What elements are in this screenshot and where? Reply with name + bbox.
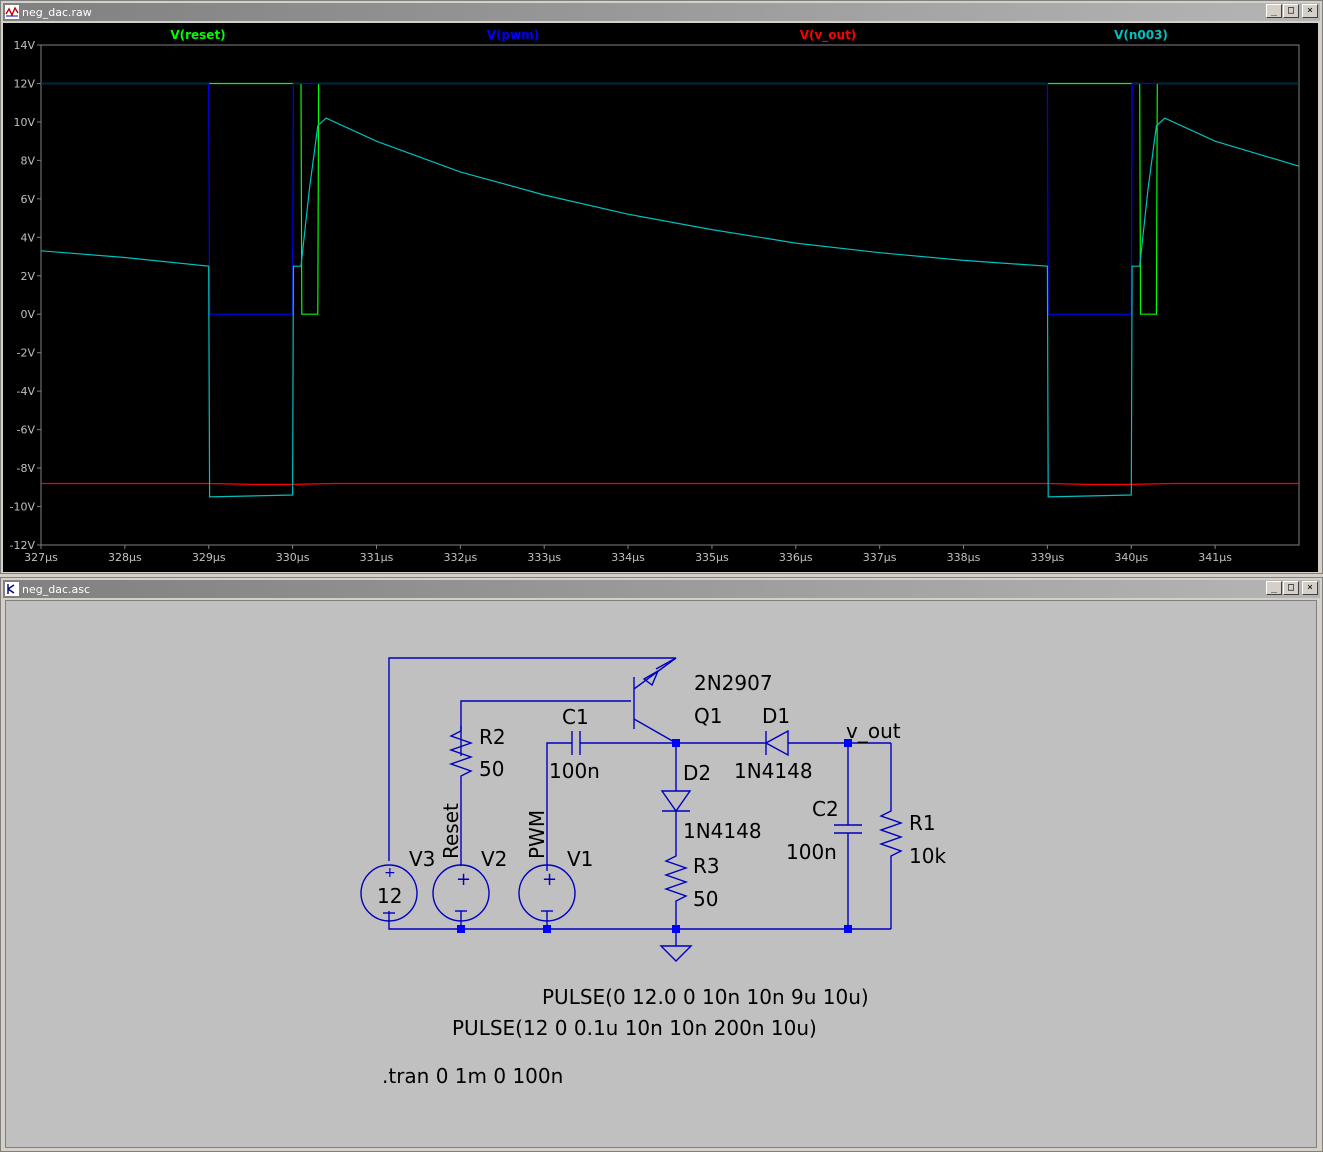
waveform-window-titlebar[interactable]: neg_dac.raw _ □ × [3, 3, 1320, 21]
r3-resistor[interactable] [663, 851, 689, 911]
vout-net-label: v_out [846, 719, 901, 743]
circuit-diagram[interactable]: + + + 2N2907 Q1 C1 100n D1 1N4148 v_out … [6, 601, 1316, 1147]
x-tick-label: 337µs [863, 551, 897, 564]
r3-name-label: R3 [693, 854, 720, 878]
y-tick-label: 4V [20, 231, 35, 244]
d2-model-label: 1N4148 [683, 819, 762, 843]
d1-diode[interactable] [764, 729, 789, 757]
series-line-2 [41, 482, 1299, 485]
waveform-plot-pane[interactable]: 14V 12V 10V 8V 6V 4V 2V 0V -2V -4V -6V -8V -10V -12V … [3, 23, 1318, 572]
waveform-window-title: neg_dac.raw [22, 5, 92, 19]
r1-name-label: R1 [909, 811, 936, 835]
y-tick-label: 12V [13, 77, 35, 90]
y-tick-label: -2V [17, 347, 36, 360]
x-tick-label: 330µs [276, 551, 310, 564]
c2-capacitor[interactable] [834, 824, 862, 834]
tran-directive[interactable]: .tran 0 1m 0 100n [382, 1064, 563, 1088]
q1-model-label: 2N2907 [694, 671, 773, 695]
c1-capacitor[interactable] [571, 731, 581, 755]
y-tick-label: -8V [17, 462, 36, 475]
pwm-net-label: PWM [525, 810, 549, 859]
v1-name-label: V1 [567, 847, 593, 871]
schematic-window-title: neg_dac.asc [22, 582, 91, 596]
legend-entry-3[interactable]: V(n003) [1114, 28, 1168, 42]
ground-symbol [659, 945, 693, 962]
series-line-0 [41, 82, 1299, 315]
waveform-chart[interactable]: 14V12V10V8V6V4V2V0V-2V-4V-6V-8V-10V-12V … [3, 23, 1318, 572]
c2-value-label: 100n [786, 840, 837, 864]
v2-name-label: V2 [481, 847, 507, 871]
series-line-3 [40, 117, 1300, 498]
x-tick-label: 329µs [192, 551, 226, 564]
c1-name-label: C1 [562, 705, 589, 729]
minimize-button[interactable]: _ [1266, 581, 1282, 595]
x-tick-label: 333µs [527, 551, 561, 564]
reset-net-label: Reset [439, 803, 463, 859]
minimize-button[interactable]: _ [1266, 4, 1282, 18]
x-tick-label: 328µs [108, 551, 142, 564]
v2-source-directive[interactable]: PULSE(12 0 0.1u 10n 10n 200n 10u) [452, 1016, 817, 1040]
r1-resistor[interactable] [878, 806, 904, 866]
x-tick-label: 334µs [611, 551, 645, 564]
d2-name-label: D2 [683, 761, 711, 785]
svg-text:+: + [542, 869, 557, 890]
schematic-window: neg_dac.asc _ □ × + + + 2N2907 Q1 C1 100… [0, 577, 1323, 1152]
x-tick-label: 341µs [1198, 551, 1232, 564]
q1-name-label: Q1 [694, 704, 722, 728]
y-tick-label: 2V [20, 270, 35, 283]
c2-name-label: C2 [812, 797, 839, 821]
r2-value-label: 50 [479, 757, 504, 781]
x-tick-label: 339µs [1031, 551, 1065, 564]
svg-text:+: + [384, 865, 396, 881]
legend-entry-0[interactable]: V(reset) [170, 28, 225, 42]
waveform-window: neg_dac.raw _ □ × 14V 12V 10V 8V 6V 4V 2V 0V -2V… [0, 0, 1323, 574]
d2-diode[interactable] [660, 790, 692, 813]
y-tick-label: 0V [20, 308, 35, 321]
restore-button[interactable]: □ [1283, 581, 1299, 595]
waveform-window-icon [5, 5, 19, 19]
v3-name-label: V3 [409, 847, 435, 871]
svg-text:+: + [456, 869, 471, 890]
series-line-1 [41, 82, 1299, 315]
y-tick-label: 8V [20, 154, 35, 167]
schematic-canvas[interactable]: + + + 2N2907 Q1 C1 100n D1 1N4148 v_out … [5, 600, 1317, 1148]
x-tick-label: 340µs [1114, 551, 1148, 564]
x-tick-label: 331µs [360, 551, 394, 564]
d1-model-label: 1N4148 [734, 759, 813, 783]
v3-value-label: 12 [377, 884, 402, 908]
r2-name-label: R2 [479, 725, 506, 749]
y-tick-label: 10V [13, 116, 35, 129]
close-button[interactable]: × [1302, 4, 1318, 18]
d1-name-label: D1 [762, 704, 790, 728]
close-button[interactable]: × [1302, 581, 1318, 595]
plot-frame [40, 44, 1300, 546]
r3-value-label: 50 [693, 887, 718, 911]
x-tick-label: 338µs [947, 551, 981, 564]
y-tick-label: 6V [20, 193, 35, 206]
y-tick-label: -4V [17, 385, 36, 398]
r1-value-label: 10k [909, 844, 946, 868]
schematic-window-titlebar[interactable]: neg_dac.asc _ □ × [3, 580, 1320, 598]
x-tick-label: 336µs [779, 551, 813, 564]
y-tick-label: -10V [10, 501, 36, 514]
schematic-window-icon [5, 582, 19, 596]
c1-value-label: 100n [549, 759, 600, 783]
x-tick-label: 327µs [24, 551, 58, 564]
restore-button[interactable]: □ [1283, 4, 1299, 18]
y-tick-label: 14V [13, 39, 35, 52]
legend-entry-1[interactable]: V(pwm) [487, 28, 539, 42]
v1-source-directive[interactable]: PULSE(0 12.0 0 10n 10n 9u 10u) [542, 985, 869, 1009]
y-tick-label: -6V [17, 424, 36, 437]
legend-entry-2[interactable]: V(v_out) [800, 28, 857, 43]
x-tick-label: 335µs [695, 551, 729, 564]
x-tick-label: 332µs [443, 551, 477, 564]
